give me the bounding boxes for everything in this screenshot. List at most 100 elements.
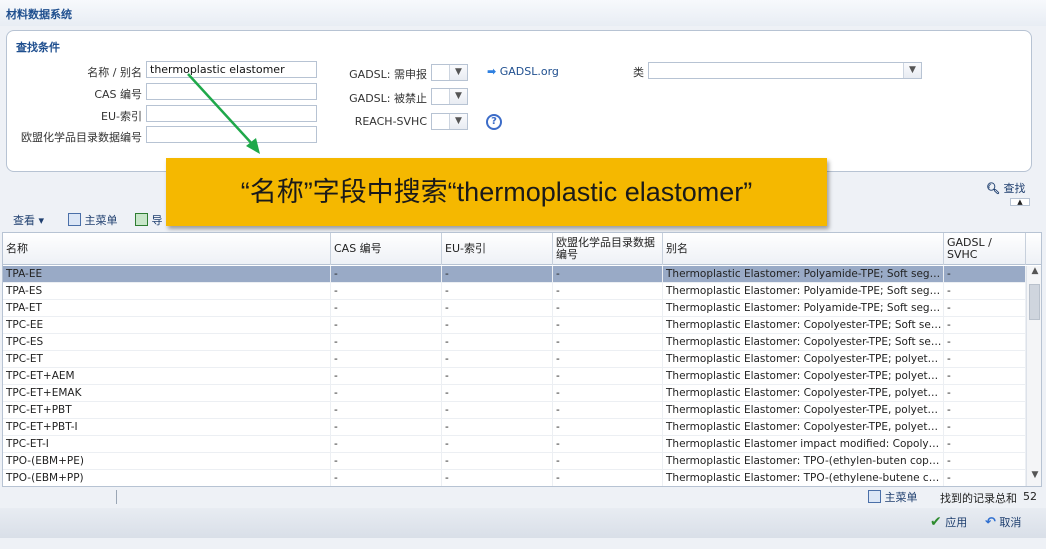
- cell-alias: Thermoplastic Elastomer: Copolyester-TPE…: [663, 368, 944, 385]
- help-icon[interactable]: ?: [486, 114, 502, 130]
- search-icon: 🔍︎: [986, 182, 1000, 195]
- cell-gadsl-svhc: -: [944, 402, 1026, 419]
- reach-svhc-select[interactable]: ▼: [431, 113, 468, 130]
- cell-eci: -: [553, 300, 663, 317]
- cell-eu-index: -: [442, 402, 553, 419]
- table-row[interactable]: TPC-ET-I - - - Thermoplastic Elastomer impac…: [3, 436, 1026, 453]
- column-header-gadsl-svhc[interactable]: GADSL / SVHC: [944, 233, 1026, 265]
- apply-label: 应用: [945, 516, 968, 529]
- cancel-button[interactable]: ↶ 取消: [985, 514, 1021, 530]
- cell-eu-index: -: [442, 385, 553, 402]
- find-button[interactable]: 🔍︎ 查找: [986, 180, 1025, 196]
- arrow-right-icon: ➡: [487, 65, 497, 78]
- cell-name: TPA-EE: [3, 266, 331, 283]
- results-table: 名称 CAS 编号 EU-索引 欧盟化学品目录数据编号 别名 GADSL / S…: [2, 232, 1042, 487]
- gadsl-prohibited-select[interactable]: ▼: [431, 88, 468, 105]
- cell-eu-index: -: [442, 351, 553, 368]
- cell-eci: -: [553, 470, 663, 486]
- scroll-thumb[interactable]: [1029, 284, 1040, 320]
- cell-alias: Thermoplastic Elastomer: TPO-(ethylen-bu…: [663, 453, 944, 470]
- table-row[interactable]: TPC-ET+AEM - - - Thermoplastic Elastomer: Co…: [3, 368, 1026, 385]
- status-main-menu-button[interactable]: 主菜单: [868, 489, 918, 505]
- main-menu-label: 主菜单: [84, 214, 118, 227]
- cell-eci: -: [553, 334, 663, 351]
- column-header-cas[interactable]: CAS 编号: [331, 233, 442, 265]
- gadsl-declarable-select[interactable]: ▼: [431, 64, 468, 81]
- apply-button[interactable]: ✔ 应用: [930, 514, 967, 530]
- cell-cas: -: [331, 266, 442, 283]
- table-row[interactable]: TPO-(EBM+PE) - - - Thermoplastic Elastomer: …: [3, 453, 1026, 470]
- table-row[interactable]: TPA-ET - - - Thermoplastic Elastomer: Polyam…: [3, 300, 1026, 317]
- cell-cas: -: [331, 470, 442, 486]
- scroll-down-icon[interactable]: ▼: [1027, 470, 1041, 486]
- collapse-panel-button[interactable]: ▲: [1010, 198, 1030, 206]
- status-bar: 主菜单 找到的记录总和 52: [2, 487, 1042, 507]
- cell-name: TPA-ES: [3, 283, 331, 300]
- chevron-down-icon: ▼: [449, 89, 467, 104]
- cell-alias: Thermoplastic Elastomer: Polyamide-TPE; …: [663, 283, 944, 300]
- gadsl-link[interactable]: ➡ GADSL.org: [487, 65, 559, 78]
- cell-name: TPO-(EBM+PE): [3, 453, 331, 470]
- cell-cas: -: [331, 283, 442, 300]
- main-menu-button[interactable]: 主菜单: [68, 212, 118, 228]
- cell-eci: -: [553, 419, 663, 436]
- cancel-label: 取消: [999, 516, 1022, 529]
- view-menu-button[interactable]: 查看 ▾: [13, 212, 44, 228]
- main-menu-icon: [868, 490, 881, 503]
- cell-gadsl-svhc: -: [944, 283, 1026, 300]
- scroll-up-icon[interactable]: ▲: [1027, 266, 1041, 282]
- table-row[interactable]: TPO-(EBM+PP) - - - Thermoplastic Elastomer: …: [3, 470, 1026, 486]
- cell-name: TPO-(EBM+PP): [3, 470, 331, 486]
- cell-cas: -: [331, 351, 442, 368]
- cell-name: TPC-ET-I: [3, 436, 331, 453]
- cell-alias: Thermoplastic Elastomer: TPO-(ethylene-b…: [663, 470, 944, 486]
- cell-gadsl-svhc: -: [944, 334, 1026, 351]
- table-row[interactable]: TPC-ES - - - Thermoplastic Elastomer: Copoly…: [3, 334, 1026, 351]
- gadsl-declarable-label: GADSL: 需申报: [349, 68, 427, 81]
- gadsl-prohibited-label: GADSL: 被禁止: [349, 92, 427, 105]
- column-header-alias[interactable]: 别名: [663, 233, 944, 265]
- cell-eu-index: -: [442, 266, 553, 283]
- cell-cas: -: [331, 453, 442, 470]
- cell-gadsl-svhc: -: [944, 453, 1026, 470]
- cell-eci: -: [553, 436, 663, 453]
- cell-alias: Thermoplastic Elastomer impact modified:…: [663, 436, 944, 453]
- column-header-eu-index[interactable]: EU-索引: [442, 233, 553, 265]
- cell-name: TPC-ET+PBT: [3, 402, 331, 419]
- cell-alias: Thermoplastic Elastomer: Copolyester-TPE…: [663, 351, 944, 368]
- cell-gadsl-svhc: -: [944, 300, 1026, 317]
- cell-cas: -: [331, 300, 442, 317]
- vertical-scrollbar[interactable]: ▲ ▼: [1026, 266, 1041, 486]
- status-divider: [116, 490, 117, 504]
- cell-alias: Thermoplastic Elastomer: Copolyester-TPE…: [663, 317, 944, 334]
- table-row[interactable]: TPC-ET+EMAK - - - Thermoplastic Elastomer: C…: [3, 385, 1026, 402]
- cell-eu-index: -: [442, 283, 553, 300]
- cell-eci: -: [553, 351, 663, 368]
- cell-gadsl-svhc: -: [944, 436, 1026, 453]
- records-count: 52: [1023, 490, 1037, 503]
- class-select[interactable]: ▼: [648, 62, 922, 79]
- class-label: 类: [633, 66, 644, 79]
- export-button[interactable]: 导: [135, 212, 163, 228]
- status-main-menu-label: 主菜单: [884, 491, 918, 504]
- table-row[interactable]: TPC-ET+PBT-I - - - Thermoplastic Elastomer: …: [3, 419, 1026, 436]
- table-row[interactable]: TPC-ET - - - Thermoplastic Elastomer: Copoly…: [3, 351, 1026, 368]
- cell-alias: Thermoplastic Elastomer: Copolyester-TPE…: [663, 334, 944, 351]
- chevron-down-icon: ▼: [449, 65, 467, 80]
- table-row[interactable]: TPC-EE - - - Thermoplastic Elastomer: Copoly…: [3, 317, 1026, 334]
- cell-name: TPA-ET: [3, 300, 331, 317]
- cell-alias: Thermoplastic Elastomer: Copolyester-TPE…: [663, 385, 944, 402]
- column-header-name[interactable]: 名称: [3, 233, 331, 265]
- table-row[interactable]: TPA-EE - - - Thermoplastic Elastomer: Polyam…: [3, 266, 1026, 283]
- records-found-label: 找到的记录总和: [940, 492, 1017, 505]
- cell-name: TPC-ET+EMAK: [3, 385, 331, 402]
- title-bar: 材料数据系统: [0, 0, 1046, 26]
- cell-gadsl-svhc: -: [944, 351, 1026, 368]
- cell-eci: -: [553, 283, 663, 300]
- table-row[interactable]: TPC-ET+PBT - - - Thermoplastic Elastomer: Co…: [3, 402, 1026, 419]
- table-row[interactable]: TPA-ES - - - Thermoplastic Elastomer: Polyam…: [3, 283, 1026, 300]
- column-header-eci[interactable]: 欧盟化学品目录数据编号: [553, 233, 663, 265]
- cell-eci: -: [553, 402, 663, 419]
- name-alias-label: 名称 / 别名: [87, 66, 142, 79]
- cell-alias: Thermoplastic Elastomer: Copolyester-TPE…: [663, 402, 944, 419]
